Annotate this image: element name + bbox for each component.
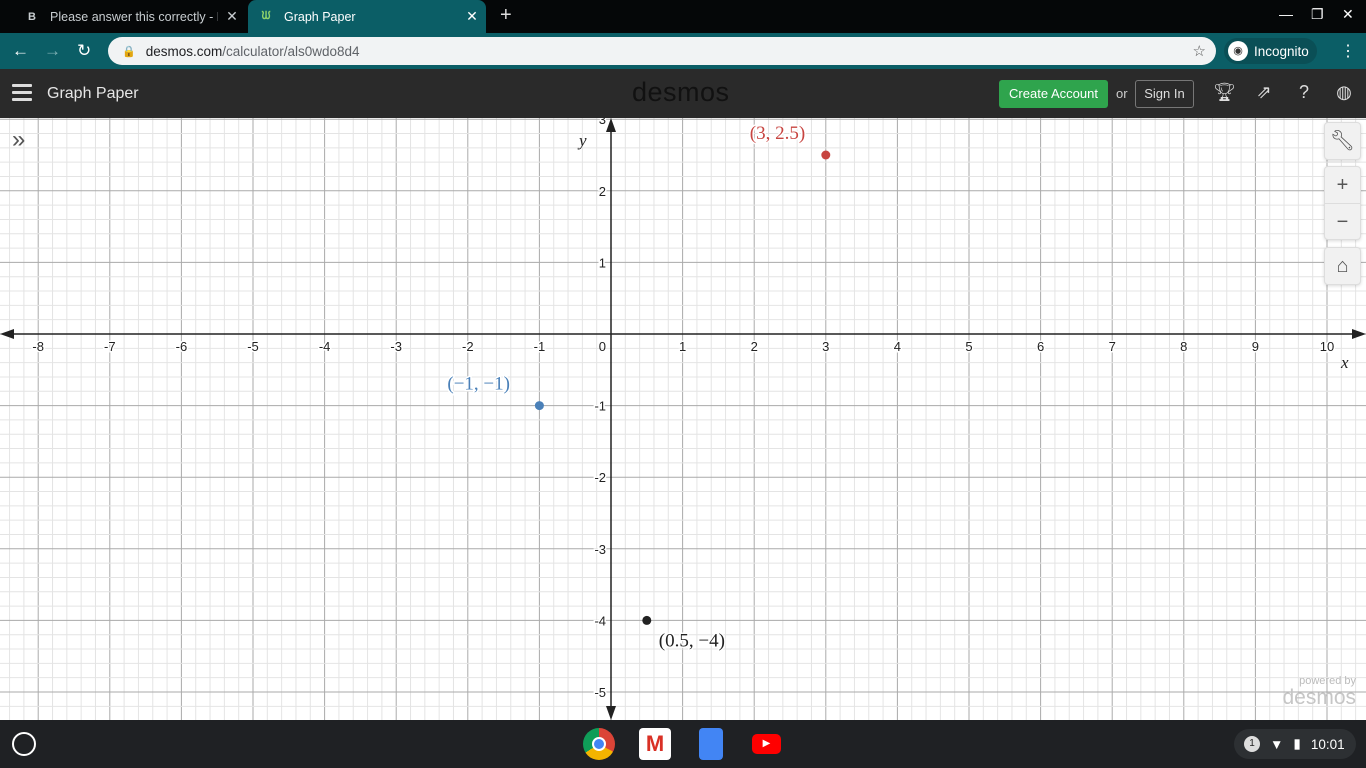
zoom-in-icon[interactable]: + (1325, 167, 1360, 203)
x-tick-label: 4 (894, 339, 901, 354)
clock: 10:01 (1310, 736, 1345, 752)
hamburger-menu-icon[interactable] (12, 84, 32, 101)
desmos-logo: desmos (632, 77, 730, 107)
tab-graph-paper[interactable]: ᙎ Graph Paper ✕ (248, 0, 486, 33)
sign-in-button[interactable]: Sign In (1135, 80, 1194, 108)
x-tick-label: 9 (1252, 339, 1259, 354)
x-tick-label: 10 (1320, 339, 1334, 354)
x-tick-label: 3 (822, 339, 829, 354)
address-bar: ← → ↻ 🔒 desmos.com/calculator/als0wdo8d4 ☆… (0, 33, 1366, 69)
y-tick-label: -4 (594, 613, 606, 628)
or-label: or (1116, 86, 1128, 101)
back-icon[interactable]: ← (12, 41, 29, 61)
tab-brainly[interactable]: B Please answer this correctly - Brainly✕ (14, 0, 246, 33)
point-label: (−1, −1) (447, 374, 510, 395)
tab-title: Please answer this correctly - Brainly (50, 9, 218, 24)
home-icon[interactable]: ⌂ (1325, 248, 1360, 284)
x-tick-label: -8 (32, 339, 44, 354)
x-tick-label: 1 (679, 339, 686, 354)
url-host: desmos.com (145, 43, 223, 59)
tab-bar: BPlease answer this correctly - Brainly✕… (0, 0, 1366, 33)
share-icon[interactable]: ⇗ (1253, 82, 1275, 103)
wrench-icon[interactable]: 🔧︎ (1325, 123, 1360, 159)
tab-title: Graph Paper (284, 9, 356, 24)
powered-by-desmos: powered by desmos (1282, 676, 1356, 709)
x-tick-label: -4 (319, 339, 331, 354)
powered-logo: desmos (1282, 686, 1356, 709)
incognito-icon: ◉ (1228, 41, 1248, 61)
help-icon[interactable]: ? (1293, 82, 1315, 103)
expand-expressions-icon[interactable]: » (12, 126, 25, 154)
y-tick-label: 3 (599, 118, 606, 127)
minimize-icon[interactable]: — (1279, 6, 1293, 22)
x-tick-label: -3 (390, 339, 402, 354)
chrome-icon[interactable] (583, 728, 615, 760)
new-tab-button[interactable]: + (500, 4, 512, 27)
youtube-icon[interactable]: ▶ (752, 734, 781, 754)
y-tick-label: -5 (594, 685, 606, 700)
maximize-icon[interactable]: ❐ (1311, 6, 1324, 23)
zoom-controls: + − (1324, 166, 1361, 240)
x-tick-label: 5 (965, 339, 972, 354)
point-label: (0.5, −4) (659, 630, 725, 651)
x-axis-arrow-left (0, 329, 14, 339)
y-tick-label: 2 (599, 184, 606, 199)
default-viewport-button[interactable]: ⌂ (1324, 247, 1361, 285)
y-axis-arrow-top (606, 118, 616, 132)
taskbar: M ▶ 1 ▼ ▮ 10:01 (0, 720, 1366, 768)
x-tick-label: 6 (1037, 339, 1044, 354)
desmos-favicon-icon: ᙎ (261, 10, 271, 22)
x-tick-label: -6 (176, 339, 188, 354)
zoom-out-icon[interactable]: − (1325, 203, 1360, 239)
point-label: (3, 2.5) (750, 123, 805, 144)
docs-icon[interactable] (699, 728, 723, 760)
y-axis-label: y (577, 131, 587, 150)
origin-label: 0 (599, 339, 606, 354)
brainly-favicon-icon: B (28, 10, 36, 23)
language-globe-icon[interactable]: ◍ (1333, 82, 1355, 103)
reload-icon[interactable]: ↻ (77, 41, 91, 61)
notification-count: 1 (1244, 736, 1260, 752)
point-marker (642, 615, 652, 625)
x-tick-label: -2 (462, 339, 474, 354)
launcher-icon[interactable] (12, 732, 36, 756)
incognito-badge[interactable]: ◉ Incognito (1224, 38, 1317, 64)
url-field[interactable]: 🔒 desmos.com/calculator/als0wdo8d4 ☆ (108, 37, 1216, 65)
browser-menu-icon[interactable]: ⋮ (1340, 41, 1356, 61)
forward-icon[interactable]: → (44, 41, 61, 61)
lock-icon: 🔒 (122, 45, 136, 58)
system-tray[interactable]: 1 ▼ ▮ 10:01 (1234, 729, 1356, 759)
close-tab-icon[interactable]: ✕ (458, 8, 486, 25)
graph-canvas[interactable]: -8 -7 -6 -5 -4 -3 -2 -1 1 2 3 4 5 6 7 8 9 10 -5 -4 -3 -2 -1 1 2 3… (0, 118, 1366, 720)
x-tick-label: 8 (1180, 339, 1187, 354)
desmos-header: Graph Paper desmos Create Account or Sig… (0, 69, 1366, 118)
x-tick-label: -1 (534, 339, 546, 354)
bookmark-star-icon[interactable]: ☆ (1193, 42, 1206, 60)
graph-settings-button[interactable]: 🔧︎ (1324, 122, 1361, 160)
close-tab-icon[interactable]: ✕ (218, 8, 246, 25)
y-tick-label: 1 (599, 255, 606, 270)
wifi-icon: ▼ (1270, 736, 1284, 752)
url-path: /calculator/als0wdo8d4 (222, 43, 360, 59)
create-account-button[interactable]: Create Account (999, 80, 1108, 108)
y-axis-arrow-bottom (606, 706, 616, 720)
close-window-icon[interactable]: ✕ (1342, 6, 1354, 23)
y-tick-label: -1 (594, 399, 606, 414)
gmail-icon[interactable]: M (639, 728, 671, 760)
x-tick-label: 7 (1109, 339, 1116, 354)
profile-label: Incognito (1254, 43, 1309, 59)
battery-icon: ▮ (1293, 736, 1301, 751)
point-marker (821, 150, 831, 160)
y-tick-label: -2 (594, 470, 606, 485)
x-axis-label: x (1340, 353, 1349, 372)
graph-title: Graph Paper (47, 85, 139, 102)
point-marker (534, 401, 544, 411)
x-tick-label: 2 (751, 339, 758, 354)
graph-svg[interactable]: -8 -7 -6 -5 -4 -3 -2 -1 1 2 3 4 5 6 7 8 9 10 -5 -4 -3 -2 -1 1 2 3… (0, 118, 1366, 720)
trophy-icon[interactable]: 🏆︎ (1213, 82, 1236, 103)
x-tick-label: -7 (104, 339, 116, 354)
y-tick-label: -3 (594, 542, 606, 557)
x-axis-arrow-right (1352, 329, 1366, 339)
x-tick-label: -5 (247, 339, 259, 354)
